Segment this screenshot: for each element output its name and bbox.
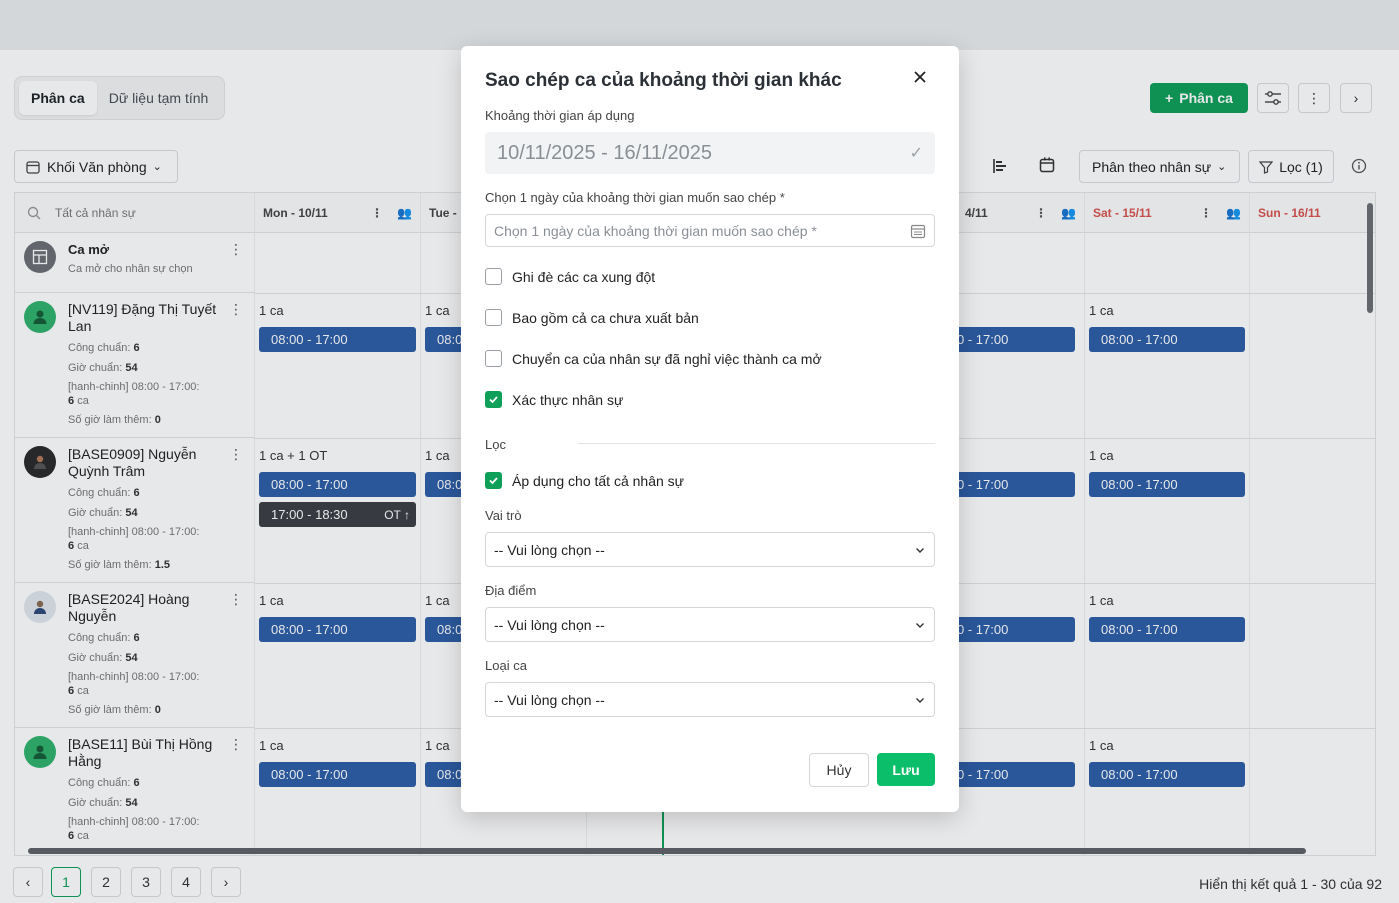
range-value: 10/11/2025 - 16/11/2025 xyxy=(497,141,712,164)
role-label: Vai trò xyxy=(485,508,522,523)
shift-type-select-value: -- Vui lòng chọn -- xyxy=(494,691,605,708)
role-select[interactable]: -- Vui lòng chọn -- xyxy=(485,532,935,567)
pick-date-input[interactable]: Chọn 1 ngày của khoảng thời gian muốn sa… xyxy=(485,214,935,247)
pick-date-label: Chọn 1 ngày của khoảng thời gian muốn sa… xyxy=(485,190,785,205)
range-field: 10/11/2025 - 16/11/2025 ✓ xyxy=(485,132,935,174)
range-label: Khoảng thời gian áp dụng xyxy=(485,108,635,123)
cancel-button[interactable]: Hủy xyxy=(809,753,869,787)
check-icon xyxy=(489,396,498,404)
check-icon: ✓ xyxy=(909,145,923,162)
location-select[interactable]: -- Vui lòng chọn -- xyxy=(485,607,935,642)
checkbox-checked[interactable] xyxy=(485,472,502,489)
shift-type-select[interactable]: -- Vui lòng chọn -- xyxy=(485,682,935,717)
option-apply-all[interactable]: Áp dụng cho tất cả nhân sự xyxy=(485,472,684,489)
close-icon[interactable] xyxy=(911,68,929,86)
check-icon xyxy=(489,477,498,485)
option-label: Bao gồm cả ca chưa xuất bản xyxy=(512,309,699,326)
option-label: Áp dụng cho tất cả nhân sự xyxy=(512,472,685,489)
shift-type-label: Loại ca xyxy=(485,658,527,673)
modal-title: Sao chép ca của khoảng thời gian khác xyxy=(485,70,842,91)
chevron-down-icon xyxy=(916,622,924,628)
checkbox[interactable] xyxy=(485,268,502,285)
option-label: Xác thực nhân sự xyxy=(512,391,624,408)
filter-section-label: Lọc xyxy=(485,437,506,452)
chevron-down-icon xyxy=(916,547,924,553)
filter-section: Lọc xyxy=(485,437,935,452)
pick-date-placeholder: Chọn 1 ngày của khoảng thời gian muốn sa… xyxy=(494,222,817,239)
copy-shift-modal: Sao chép ca của khoảng thời gian khác Kh… xyxy=(461,46,959,812)
location-select-value: -- Vui lòng chọn -- xyxy=(494,616,605,633)
checkbox-checked[interactable] xyxy=(485,391,502,408)
option-resigned[interactable]: Chuyển ca của nhân sự đã nghỉ việc thành… xyxy=(485,350,822,367)
save-button[interactable]: Lưu xyxy=(877,753,935,786)
option-verify[interactable]: Xác thực nhân sự xyxy=(485,391,623,408)
checkbox[interactable] xyxy=(485,309,502,326)
option-label: Ghi đè các ca xung đột xyxy=(512,268,656,285)
chevron-down-icon xyxy=(916,697,924,703)
role-select-value: -- Vui lòng chọn -- xyxy=(494,541,605,558)
checkbox[interactable] xyxy=(485,350,502,367)
option-unpublished[interactable]: Bao gồm cả ca chưa xuất bản xyxy=(485,309,699,326)
option-overwrite[interactable]: Ghi đè các ca xung đột xyxy=(485,268,655,285)
location-label: Địa điểm xyxy=(485,583,537,598)
section-divider xyxy=(578,443,935,444)
option-label: Chuyển ca của nhân sự đã nghỉ việc thành… xyxy=(512,350,822,367)
calendar-icon xyxy=(910,224,926,238)
